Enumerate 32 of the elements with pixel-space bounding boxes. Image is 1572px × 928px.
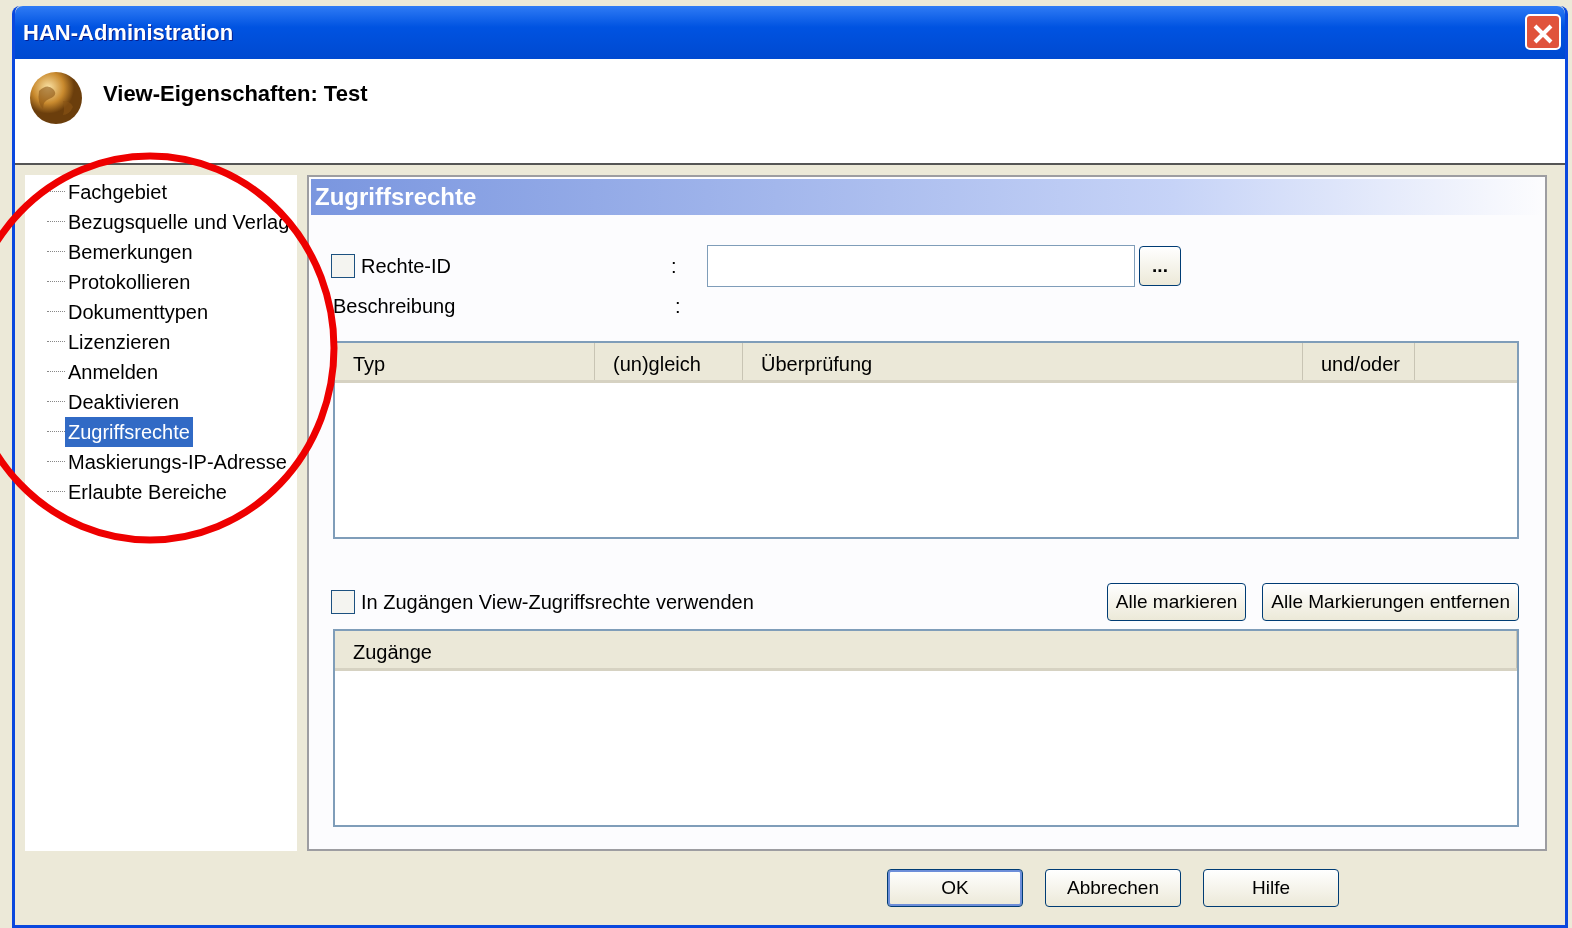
action-button[interactable]: Alle Markierungen entfernen [1262,582,1519,622]
browse-button[interactable]: ... [1139,245,1181,286]
dialog-button[interactable]: OK [887,868,1023,907]
separator-colon: : [675,293,682,319]
dialog-button[interactable]: Abbrechen [1045,868,1181,907]
action-button[interactable]: Alle markieren [1106,582,1247,622]
globe-icon [29,70,83,125]
close-button[interactable] [1525,14,1561,51]
tree-item[interactable]: Deaktivieren [65,386,183,417]
separator-colon: : [671,253,678,279]
column-header[interactable]: Typ [335,342,595,380]
dialog-heading: View-Eigenschaften: Test [103,79,368,108]
column-header[interactable]: Überprüfung [743,342,1303,380]
tree-item[interactable]: Bemerkungen [65,236,196,267]
window-title: HAN-Administration [23,18,234,47]
checkbox[interactable] [331,253,355,278]
tree-item[interactable]: Maskierungs-IP-Adresse [65,446,290,477]
dialog-button[interactable]: Hilfe [1203,868,1339,907]
tree-item[interactable]: Fachgebiet [65,176,170,207]
column-header[interactable]: (un)gleich [595,342,743,380]
rights-id-field[interactable] [707,244,1135,287]
checkbox[interactable] [331,590,355,615]
tree-item[interactable]: Lizenzieren [65,326,174,357]
description-label: Beschreibung [333,293,457,319]
tree-item[interactable]: Protokollieren [65,266,194,297]
tree-item[interactable]: Erlaubte Bereiche [65,476,230,507]
tree-item[interactable]: Dokumenttypen [65,296,212,327]
tree-item[interactable]: Zugriffsrechte [65,416,193,447]
use-view-rights-label: In Zugängen View-Zugriffsrechte verwenden [361,590,755,616]
column-header[interactable]: und/oder [1303,342,1415,380]
tree-item[interactable]: Anmelden [65,356,162,387]
rights-id-label: Rechte-ID [361,253,453,279]
